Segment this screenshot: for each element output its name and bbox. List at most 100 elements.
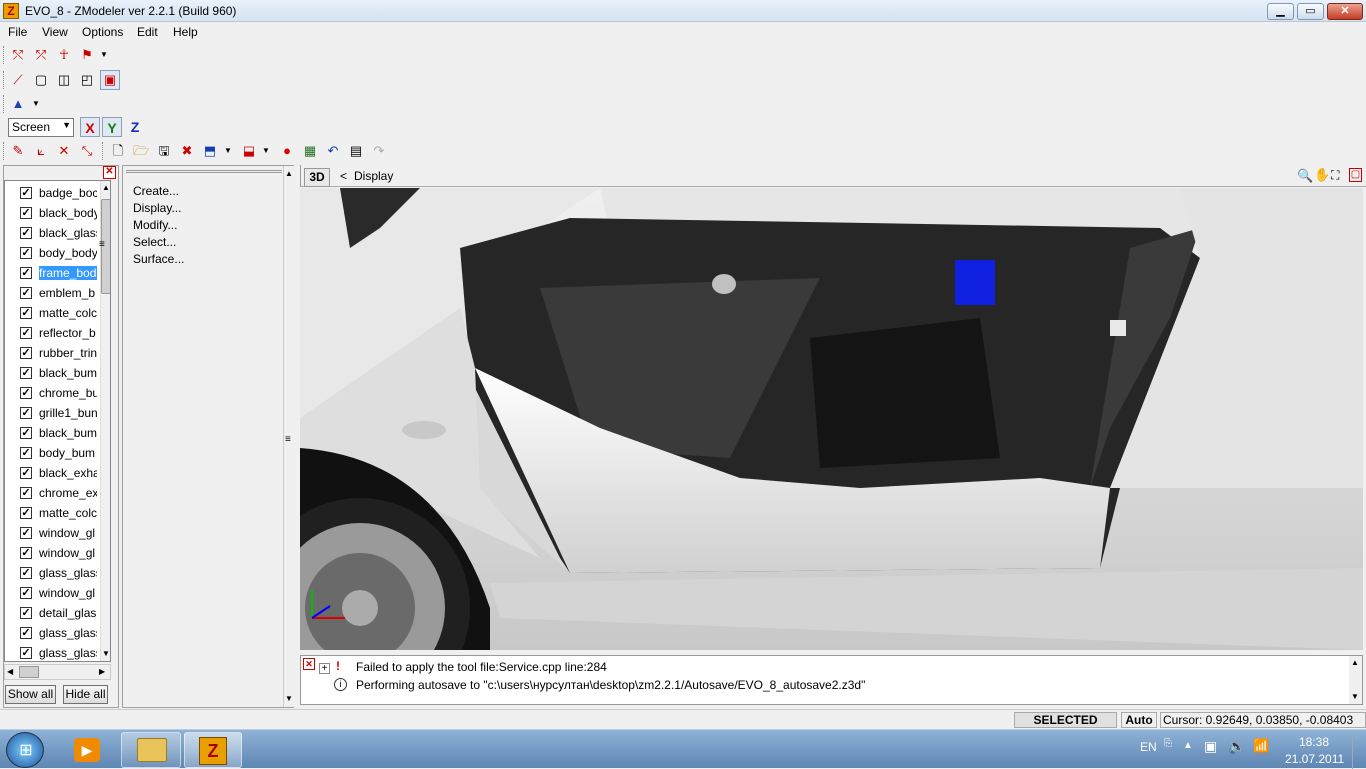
command-select[interactable]: Select... — [133, 235, 176, 249]
auto-indicator[interactable]: Auto — [1121, 712, 1157, 728]
layer-visibility-checkbox[interactable]: ✓ — [20, 627, 32, 639]
layer-name[interactable]: rubber_trin — [39, 346, 97, 360]
toolbar-grip[interactable] — [3, 142, 6, 160]
layer-name[interactable]: chrome_bu — [39, 386, 97, 400]
layer-visibility-checkbox[interactable]: ✓ — [20, 327, 32, 339]
layer-name[interactable]: black_bum — [39, 366, 97, 380]
close-panel-icon[interactable]: ✕ — [103, 166, 116, 179]
layer-visibility-checkbox[interactable]: ✓ — [20, 187, 32, 199]
menu-options[interactable]: Options — [82, 25, 123, 39]
volume-icon[interactable]: 🔈 — [1228, 738, 1245, 755]
layer-list-scrollbar[interactable]: ▲ ▼ — [100, 181, 110, 661]
show-desktop-button[interactable] — [1352, 730, 1366, 769]
scroll-down-icon[interactable]: ▼ — [285, 694, 293, 703]
taskbar-explorer[interactable] — [121, 732, 181, 768]
show-hidden-icons[interactable]: ▲ — [1183, 740, 1193, 751]
layer-visibility-checkbox[interactable]: ✓ — [20, 347, 32, 359]
layer-name[interactable]: black_exha — [39, 466, 97, 480]
layer-visibility-checkbox[interactable]: ✓ — [20, 487, 32, 499]
minimize-button[interactable]: ▁ — [1267, 3, 1294, 20]
layer-row[interactable]: ✓ window_gl — [5, 543, 99, 563]
show-all-button[interactable]: Show all — [5, 685, 56, 704]
render-sphere-icon[interactable]: ● — [277, 141, 297, 161]
select-vertex-icon[interactable]: ⤲ — [8, 45, 28, 65]
layer-row[interactable]: ✓ window_gl — [5, 523, 99, 543]
layer-row[interactable]: ✓ detail_glas — [5, 603, 99, 623]
scroll-left-icon[interactable]: ◀ — [7, 667, 13, 676]
expand-tree-icon[interactable]: + — [319, 663, 330, 674]
layer-name[interactable]: window_gl — [39, 526, 97, 540]
layer-row[interactable]: ✓ black_glass — [5, 223, 99, 243]
redo-icon[interactable]: ↷ — [369, 141, 389, 161]
log-scrollbar[interactable]: ▲ ▼ — [1349, 656, 1362, 704]
layer-visibility-checkbox[interactable]: ✓ — [20, 507, 32, 519]
layer-visibility-checkbox[interactable]: ✓ — [20, 567, 32, 579]
axis-y-button[interactable]: Y — [102, 117, 122, 137]
new-file-icon[interactable]: 🗋 — [108, 141, 128, 161]
layer-row[interactable]: ✓ matte_colc — [5, 503, 99, 523]
layer-visibility-checkbox[interactable]: ✓ — [20, 447, 32, 459]
toolbar-grip[interactable] — [3, 46, 6, 64]
layer-visibility-checkbox[interactable]: ✓ — [20, 607, 32, 619]
scroll-up-icon[interactable]: ▲ — [285, 169, 293, 178]
zoom-extents-icon[interactable]: ⛶ — [1331, 168, 1339, 183]
layer-row[interactable]: ✓ black_body — [5, 203, 99, 223]
layer-name[interactable]: glass_glass — [39, 566, 97, 580]
layer-row[interactable]: ✓ emblem_b — [5, 283, 99, 303]
layer-visibility-checkbox[interactable]: ✓ — [20, 267, 32, 279]
command-surface[interactable]: Surface... — [133, 252, 184, 266]
menu-help[interactable]: Help — [173, 25, 198, 39]
device-icon[interactable]: ▣ — [1204, 738, 1217, 755]
maximize-button[interactable]: ▭ — [1297, 3, 1324, 20]
layer-row[interactable]: ✓ body_body — [5, 243, 99, 263]
taskbar-zmodeler[interactable]: Z — [184, 732, 242, 768]
layer-row[interactable]: ✓ glass_glass — [5, 563, 99, 583]
splitter-handle-icon[interactable]: ≡ — [99, 239, 105, 250]
zoom-icon[interactable]: 🔍 — [1297, 168, 1313, 184]
level-object-icon[interactable]: ▣ — [100, 70, 120, 90]
layer-name[interactable]: grille1_bun — [39, 406, 97, 420]
scroll-down-icon[interactable]: ▼ — [102, 649, 110, 658]
layer-visibility-checkbox[interactable]: ✓ — [20, 547, 32, 559]
command-modify[interactable]: Modify... — [133, 218, 177, 232]
menu-edit[interactable]: Edit — [137, 25, 158, 39]
layer-row[interactable]: ✓ grille1_bun — [5, 403, 99, 423]
menu-file[interactable]: File — [8, 25, 27, 39]
back-arrow-button[interactable]: < — [340, 169, 347, 183]
clock-time[interactable]: 18:38 — [1299, 735, 1329, 749]
maximize-viewport-icon[interactable]: ▢ — [1349, 168, 1362, 182]
material-editor-icon[interactable]: ▦ — [300, 141, 320, 161]
layer-name[interactable]: frame_bod — [39, 266, 97, 280]
layer-visibility-checkbox[interactable]: ✓ — [20, 407, 32, 419]
layer-name[interactable]: glass_glass — [39, 646, 97, 660]
pan-hand-icon[interactable]: ✋ — [1314, 167, 1330, 183]
layer-row[interactable]: ✓ window_gl — [5, 583, 99, 603]
command-display[interactable]: Display... — [133, 201, 181, 215]
layer-name[interactable]: matte_colc — [39, 506, 97, 520]
scroll-right-icon[interactable]: ▶ — [99, 667, 105, 676]
open-file-icon[interactable]: 🗁 — [131, 141, 151, 161]
menu-view[interactable]: View — [42, 25, 68, 39]
layer-row[interactable]: ✓ black_bum — [5, 423, 99, 443]
layer-visibility-checkbox[interactable]: ✓ — [20, 307, 32, 319]
layer-visibility-checkbox[interactable]: ✓ — [20, 367, 32, 379]
start-button[interactable]: ⊞ — [6, 732, 44, 768]
language-indicator[interactable]: EN — [1140, 740, 1157, 754]
command-panel-scrollbar[interactable]: ▲ ≡ ▼ — [283, 166, 294, 707]
scroll-up-icon[interactable]: ▲ — [1351, 658, 1359, 667]
undo-icon[interactable]: ↶ — [323, 141, 343, 161]
dropdown-arrow-icon[interactable]: ▼ — [30, 94, 42, 114]
layer-visibility-checkbox[interactable]: ✓ — [20, 647, 32, 659]
layer-name[interactable]: reflector_b — [39, 326, 97, 340]
toolbar-grip[interactable] — [3, 71, 6, 89]
select-figure-icon[interactable]: ☥ — [54, 45, 74, 65]
axis-x-button[interactable]: X — [80, 117, 100, 137]
layer-row[interactable]: ✓ frame_bod — [5, 263, 99, 283]
layer-visibility-checkbox[interactable]: ✓ — [20, 287, 32, 299]
scroll-up-icon[interactable]: ▲ — [102, 183, 110, 192]
scale-tool-icon[interactable]: ✕ — [54, 141, 74, 161]
level-face-icon[interactable]: ◫ — [54, 70, 74, 90]
close-button[interactable]: ✕ — [1327, 3, 1363, 20]
dropdown-arrow-icon[interactable]: ▼ — [98, 45, 110, 65]
rotate-tool-icon[interactable]: ⤡ — [77, 141, 97, 161]
